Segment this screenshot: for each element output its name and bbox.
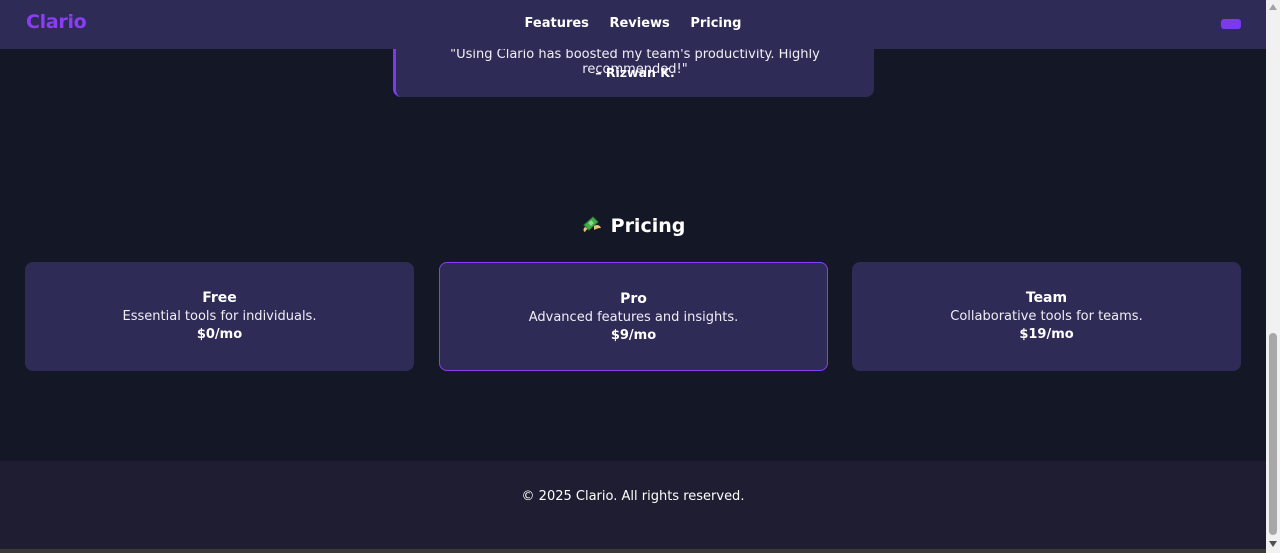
plan-price: $19/mo — [1019, 327, 1074, 342]
plan-name: Team — [1025, 290, 1068, 306]
menu-toggle-icon[interactable] — [1221, 19, 1241, 29]
scrollbar-thumb[interactable] — [1269, 333, 1277, 535]
scroll-up-icon[interactable] — [1269, 4, 1277, 10]
nav-link-features[interactable]: Features — [525, 16, 589, 31]
scroll-down-icon[interactable] — [1269, 541, 1277, 547]
plan-card-pro[interactable]: Pro Advanced features and insights. $9/m… — [439, 262, 828, 371]
pricing-title: Pricing — [610, 215, 686, 237]
nav-link-pricing[interactable]: Pricing — [690, 16, 741, 31]
copyright-text: © 2025 Clario. All rights reserved. — [521, 489, 745, 504]
plan-card-team[interactable]: Team Collaborative tools for teams. $19/… — [852, 262, 1241, 371]
plan-name: Free — [202, 290, 237, 306]
pricing-heading: Pricing — [0, 213, 1266, 237]
vertical-scrollbar[interactable] — [1266, 0, 1280, 553]
plan-description: Essential tools for individuals. — [122, 309, 317, 324]
nav-link-reviews[interactable]: Reviews — [609, 16, 669, 31]
page: Clario Features Reviews Pricing "Using C… — [0, 0, 1266, 553]
plan-description: Collaborative tools for teams. — [950, 309, 1143, 324]
main-nav: Features Reviews Pricing — [0, 16, 1266, 31]
plan-description: Advanced features and insights. — [528, 310, 739, 325]
money-with-wings-icon — [581, 213, 603, 235]
plan-card-free[interactable]: Free Essential tools for individuals. $0… — [25, 262, 414, 371]
plan-name: Pro — [620, 291, 647, 307]
testimonial-author: – Rizwan K. — [595, 65, 675, 80]
top-navbar: Clario Features Reviews Pricing — [0, 0, 1266, 49]
plan-price: $9/mo — [610, 328, 657, 343]
plan-price: $0/mo — [196, 327, 243, 342]
divider — [0, 549, 1266, 553]
footer: © 2025 Clario. All rights reserved. — [0, 461, 1266, 553]
